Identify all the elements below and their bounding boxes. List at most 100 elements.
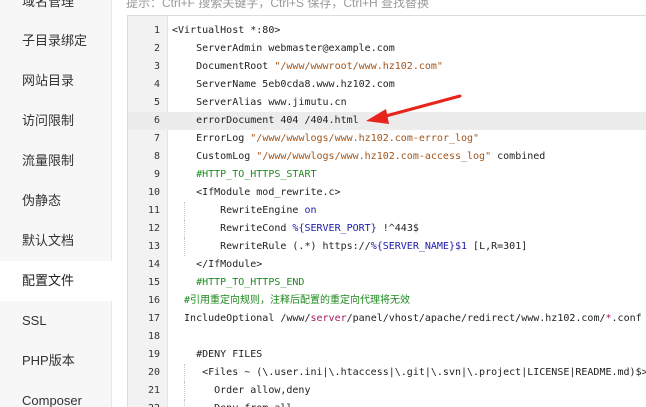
code-token: .conf bbox=[611, 313, 642, 324]
code-text: CustomLog "/www/wwwlogs/www.hz102.com-ac… bbox=[172, 148, 545, 166]
code-token: /panel/vhost/apache/redirect/www.hz102.c… bbox=[346, 313, 606, 324]
line-number: 17 bbox=[147, 313, 160, 324]
code-token: !^443$ bbox=[376, 223, 419, 234]
line-number: 7 bbox=[153, 133, 160, 144]
code-text: Deny from all bbox=[172, 400, 292, 407]
code-token: %{SERVER_NAME} bbox=[370, 241, 455, 252]
code-token: <VirtualHost *:80> bbox=[172, 25, 281, 36]
line-number: 4 bbox=[153, 79, 160, 90]
line-number: 6 bbox=[153, 115, 160, 126]
line-number: 13 bbox=[147, 241, 160, 252]
code-line[interactable]: 14 </IfModule> bbox=[128, 256, 646, 274]
line-number: 1 bbox=[153, 25, 160, 36]
code-text: ServerName 5eb0cda8.www.hz102.com bbox=[172, 76, 395, 94]
code-text: Order allow,deny bbox=[172, 382, 310, 400]
line-number: 19 bbox=[147, 349, 160, 360]
code-text: ErrorLog "/www/wwwlogs/www.hz102.com-err… bbox=[172, 130, 479, 148]
code-text: DocumentRoot "/www/wwwroot/www.hz102.com… bbox=[172, 58, 443, 76]
code-text: ServerAdmin webmaster@example.com bbox=[172, 40, 395, 58]
code-token: server bbox=[310, 313, 347, 324]
sidebar-item-pseudo-static[interactable]: 伪静态 bbox=[0, 181, 112, 221]
code-line[interactable]: 8 CustomLog "/www/wwwlogs/www.hz102.com-… bbox=[128, 148, 646, 166]
code-text: #HTTP_TO_HTTPS_START bbox=[172, 166, 317, 184]
sidebar-item-ssl[interactable]: SSL bbox=[0, 301, 112, 341]
code-line[interactable]: 9 #HTTP_TO_HTTPS_START bbox=[128, 166, 646, 184]
sidebar-item-traffic-limit[interactable]: 流量限制 bbox=[0, 141, 112, 181]
code-line[interactable]: 7 ErrorLog "/www/wwwlogs/www.hz102.com-e… bbox=[128, 130, 646, 148]
line-number: 18 bbox=[147, 331, 160, 342]
code-line[interactable]: 6 errorDocument 404 /404.html bbox=[128, 112, 646, 130]
code-token: errorDocument 404 /404.html bbox=[172, 115, 359, 126]
line-number: 11 bbox=[147, 205, 160, 216]
code-token: #HTTP_TO_HTTPS_START bbox=[172, 169, 317, 180]
code-text: IncludeOptional /www/server/panel/vhost/… bbox=[172, 310, 642, 328]
code-token: ErrorLog bbox=[172, 133, 251, 144]
code-token: #HTTP_TO_HTTPS_END bbox=[172, 277, 305, 288]
code-token: IncludeOptional /www/ bbox=[172, 313, 311, 324]
code-line[interactable]: 20 <Files ~ (\.user.ini|\.htaccess|\.git… bbox=[128, 364, 646, 382]
code-line[interactable]: 2 ServerAdmin webmaster@example.com bbox=[128, 40, 646, 58]
sidebar-item-domain-management[interactable]: 域名管理 bbox=[0, 0, 112, 22]
code-line[interactable]: 12 RewriteCond %{SERVER_PORT} !^443$ bbox=[128, 220, 646, 238]
line-number: 15 bbox=[147, 277, 160, 288]
code-text: #HTTP_TO_HTTPS_END bbox=[172, 274, 304, 292]
code-line[interactable]: 22 Deny from all bbox=[128, 400, 646, 407]
code-text: </IfModule> bbox=[172, 256, 262, 274]
sidebar-item-site-directory[interactable]: 网站目录 bbox=[0, 61, 112, 101]
code-token: ServerAlias www.jimutu.cn bbox=[172, 97, 347, 108]
code-token: #DENY FILES bbox=[172, 349, 263, 360]
code-token: DocumentRoot bbox=[172, 61, 275, 72]
code-token: [L,R=301] bbox=[467, 241, 528, 252]
line-number: 21 bbox=[147, 385, 160, 396]
code-line[interactable]: 17 IncludeOptional /www/server/panel/vho… bbox=[128, 310, 646, 328]
code-token: "/www/wwwlogs/www.hz102.com-access_log" bbox=[256, 151, 492, 162]
code-text: #DENY FILES bbox=[172, 346, 262, 364]
code-line[interactable]: 4 ServerName 5eb0cda8.www.hz102.com bbox=[128, 76, 646, 94]
code-text: <Files ~ (\.user.ini|\.htaccess|\.git|\.… bbox=[172, 364, 646, 382]
code-line[interactable]: 5 ServerAlias www.jimutu.cn bbox=[128, 94, 646, 112]
code-token: ServerName 5eb0cda8.www.hz102.com bbox=[172, 79, 395, 90]
sidebar-item-composer[interactable]: Composer bbox=[0, 381, 112, 407]
line-number: 10 bbox=[147, 187, 160, 198]
code-line[interactable]: 15 #HTTP_TO_HTTPS_END bbox=[128, 274, 646, 292]
code-line[interactable]: 19 #DENY FILES bbox=[128, 346, 646, 364]
line-number: 9 bbox=[153, 169, 160, 180]
code-text: <IfModule mod_rewrite.c> bbox=[172, 184, 341, 202]
line-number: 8 bbox=[153, 151, 160, 162]
code-token: <Files ~ (\.user.ini|\.htaccess|\.git|\.… bbox=[172, 367, 646, 378]
sidebar-item-subdirectory-binding[interactable]: 子目录绑定 bbox=[0, 21, 112, 61]
code-line[interactable]: 1 <VirtualHost *:80> bbox=[128, 22, 646, 40]
code-text: RewriteRule (.*) https://%{SERVER_NAME}$… bbox=[172, 238, 527, 256]
code-token: CustomLog bbox=[172, 151, 257, 162]
editor-hint: 提示：Ctrl+F 搜索关键字，Ctrl+S 保存，Ctrl+H 查找替换 bbox=[126, 0, 430, 10]
code-token: <IfModule mod_rewrite.c> bbox=[172, 187, 341, 198]
code-token: RewriteRule (.*) https:// bbox=[172, 241, 371, 252]
code-token: combined bbox=[491, 151, 546, 162]
code-text: RewriteEngine on bbox=[172, 202, 317, 220]
code-line[interactable]: 16 #引用重定向规则，注释后配置的重定向代理将无效 bbox=[128, 292, 646, 310]
sidebar-item-config-file[interactable]: 配置文件 bbox=[0, 261, 112, 301]
line-number: 22 bbox=[128, 400, 160, 407]
code-line[interactable]: 11 RewriteEngine on bbox=[128, 202, 646, 220]
code-line[interactable]: 13 RewriteRule (.*) https://%{SERVER_NAM… bbox=[128, 238, 646, 256]
line-number: 16 bbox=[147, 295, 160, 306]
code-token: on bbox=[304, 205, 317, 216]
code-line[interactable]: 10 <IfModule mod_rewrite.c> bbox=[128, 184, 646, 202]
sidebar-item-access-restriction[interactable]: 访问限制 bbox=[0, 101, 112, 141]
code-text: ServerAlias www.jimutu.cn bbox=[172, 94, 347, 112]
config-editor[interactable]: 1 <VirtualHost *:80> 2 ServerAdmin webmast… bbox=[127, 15, 646, 407]
line-number: 12 bbox=[147, 223, 160, 234]
code-token: ServerAdmin webmaster@example.com bbox=[172, 43, 395, 54]
line-number: 2 bbox=[153, 43, 160, 54]
code-token: #引用重定向规则，注释后配置的重定向代理将无效 bbox=[172, 295, 411, 306]
code-token: RewriteCond bbox=[172, 223, 293, 234]
sidebar: 域名管理 子目录绑定 网站目录 访问限制 流量限制 伪静态 默认文档 配置文件 … bbox=[0, 0, 112, 407]
code-line[interactable]: 18 bbox=[128, 328, 646, 346]
code-line[interactable]: 3 DocumentRoot "/www/wwwroot/www.hz102.c… bbox=[128, 58, 646, 76]
sidebar-item-php-version[interactable]: PHP版本 bbox=[0, 341, 112, 381]
code-token: "/www/wwwroot/www.hz102.com" bbox=[274, 61, 443, 72]
sidebar-item-default-document[interactable]: 默认文档 bbox=[0, 221, 112, 261]
code-line[interactable]: 21 Order allow,deny bbox=[128, 382, 646, 400]
code-text: RewriteCond %{SERVER_PORT} !^443$ bbox=[172, 220, 419, 238]
code-token: "/www/wwwlogs/www.hz102.com-error_log" bbox=[250, 133, 480, 144]
